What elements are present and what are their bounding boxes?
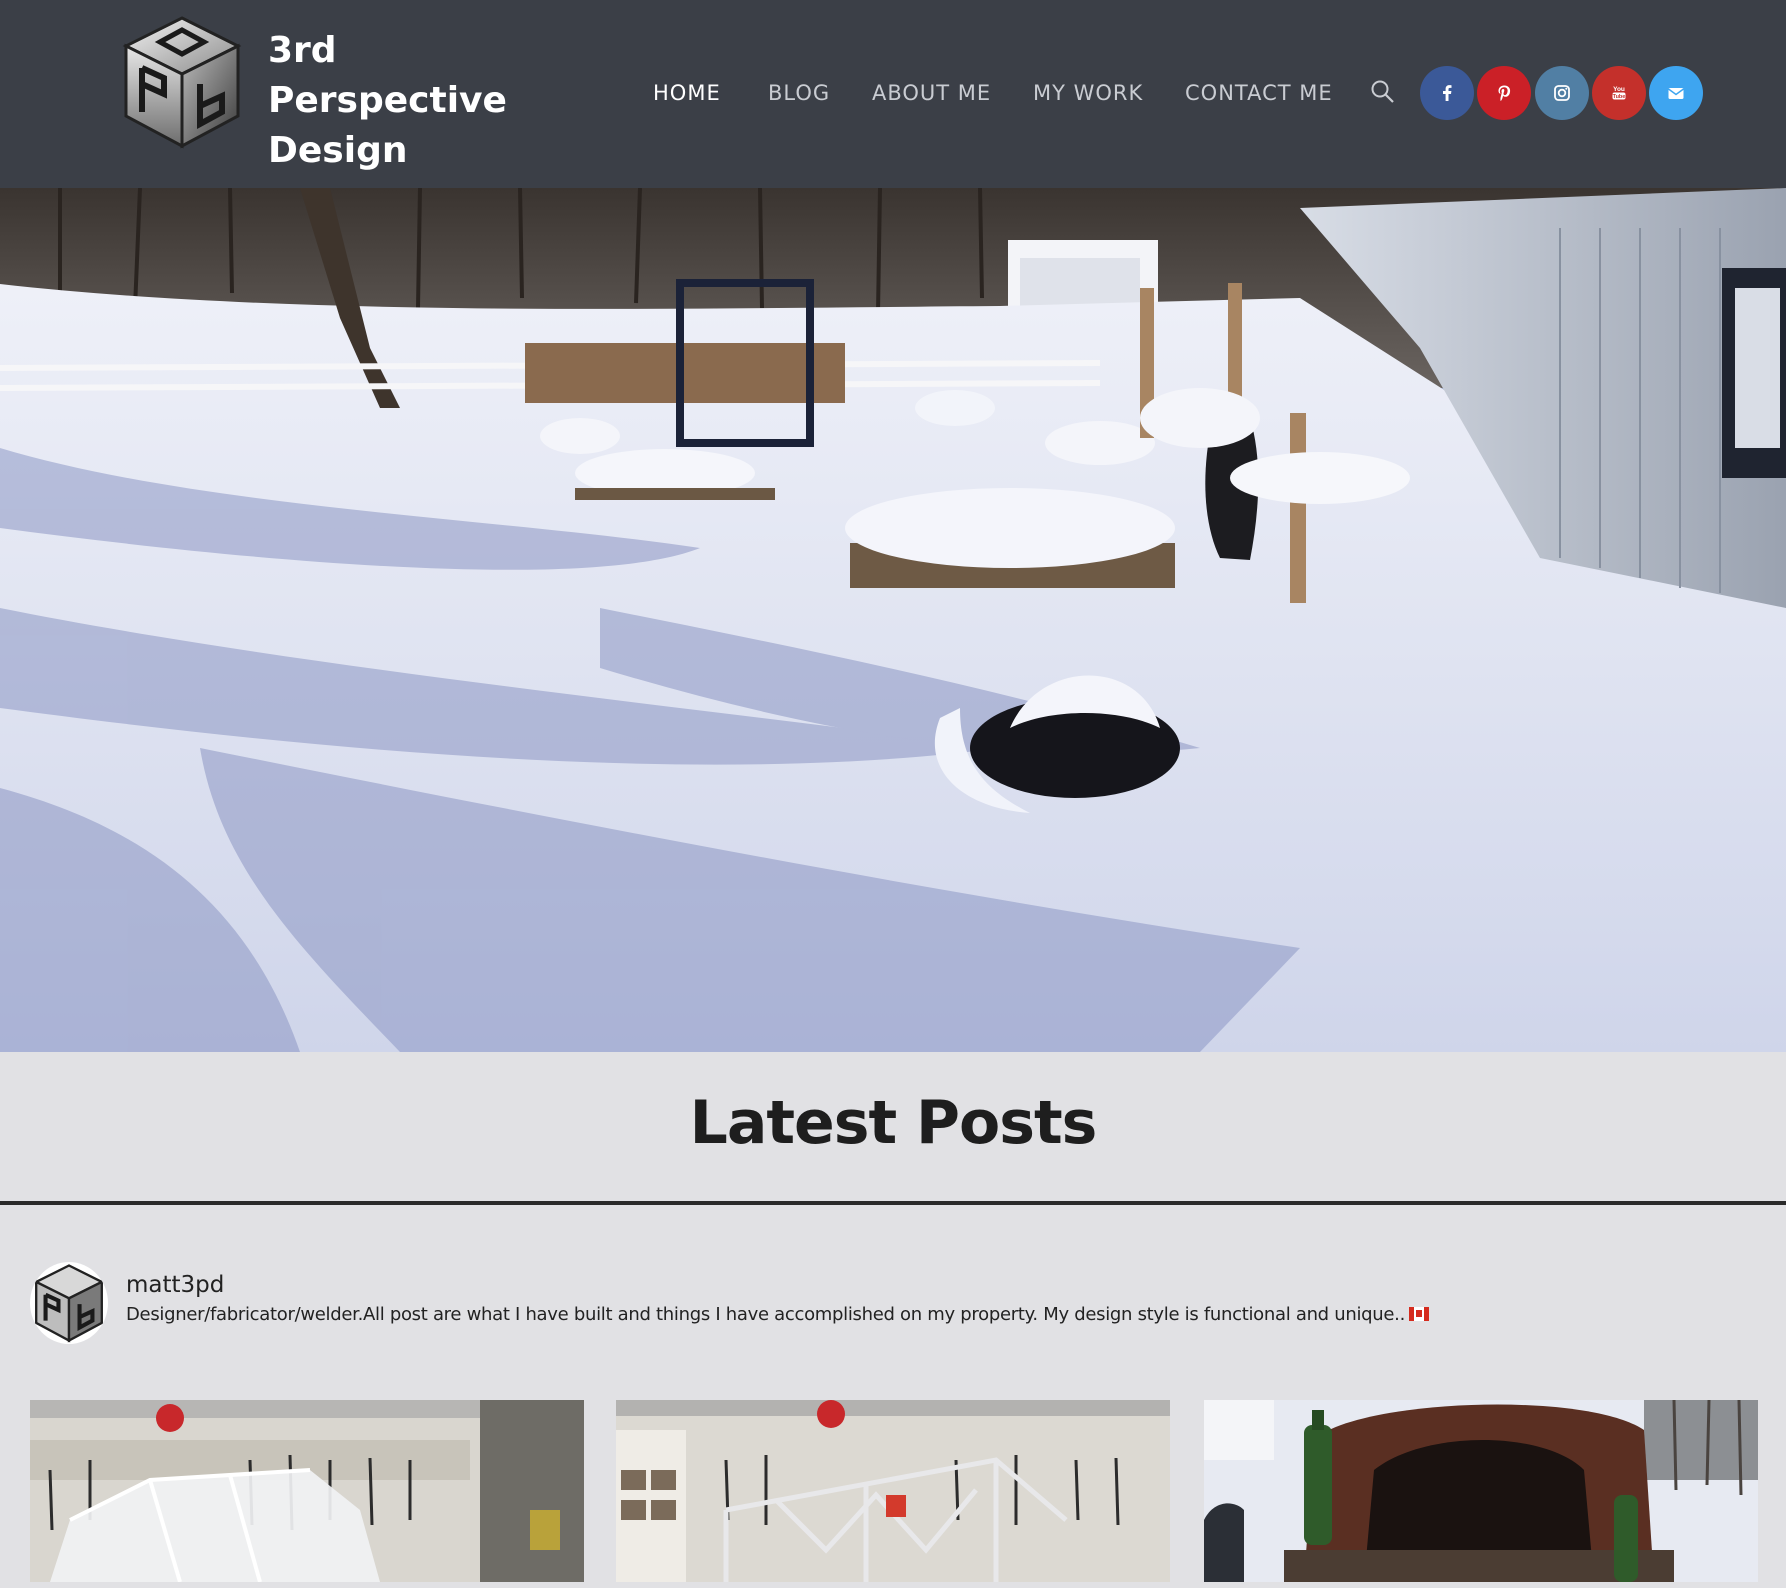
pinterest-button[interactable]	[1477, 66, 1531, 120]
logo-cube-icon	[122, 16, 242, 149]
profile-username[interactable]: matt3pd	[126, 1272, 224, 1298]
nav-contact-me[interactable]: CONTACT ME	[1185, 78, 1333, 108]
site-title[interactable]: 3rd Perspective Design	[268, 26, 588, 176]
instagram-button[interactable]	[1535, 66, 1589, 120]
svg-text:Tube: Tube	[1613, 94, 1626, 100]
nav-about-me[interactable]: ABOUT ME	[872, 78, 991, 108]
site-header: 3rd Perspective Design HOME BLOG ABOUT M…	[0, 0, 1786, 188]
profile-bio-line: Designer/fabricator/welder.All post are …	[126, 1304, 1429, 1325]
metal-frame-in-workshop	[616, 1400, 1170, 1582]
logo-link[interactable]	[120, 12, 244, 152]
post-thumbnail-1[interactable]	[30, 1400, 584, 1582]
greenhouse-frame-in-workshop	[30, 1400, 584, 1582]
nav-my-work[interactable]: MY WORK	[1033, 78, 1143, 108]
facebook-icon	[1443, 85, 1452, 101]
instagram-icon	[1554, 85, 1570, 101]
canada-flag-icon	[1409, 1307, 1429, 1321]
snowy-backyard-photo	[0, 188, 1786, 1052]
youtube-button[interactable]: You Tube	[1592, 66, 1646, 120]
facebook-button[interactable]	[1420, 66, 1474, 120]
youtube-icon: YouTube	[1612, 86, 1626, 100]
pinterest-icon	[1498, 85, 1511, 101]
latest-posts-heading: Latest Posts	[689, 1088, 1098, 1158]
avatar-cube-icon	[33, 1264, 105, 1343]
svg-text:You: You	[1613, 86, 1625, 93]
section-divider	[0, 1201, 1786, 1205]
profile-bio: Designer/fabricator/welder.All post are …	[126, 1304, 1405, 1325]
nav-blog[interactable]: BLOG	[768, 78, 830, 108]
envelope-icon	[1668, 88, 1684, 99]
nav-home[interactable]: HOME	[653, 78, 721, 108]
post-thumbnail-2[interactable]	[616, 1400, 1170, 1582]
email-button[interactable]	[1649, 66, 1703, 120]
post-thumbnail-3[interactable]	[1204, 1400, 1758, 1582]
avatar[interactable]	[30, 1262, 108, 1344]
search-icon[interactable]	[1370, 79, 1396, 105]
outdoor-pizza-oven	[1204, 1400, 1758, 1582]
hero-image	[0, 188, 1786, 1052]
